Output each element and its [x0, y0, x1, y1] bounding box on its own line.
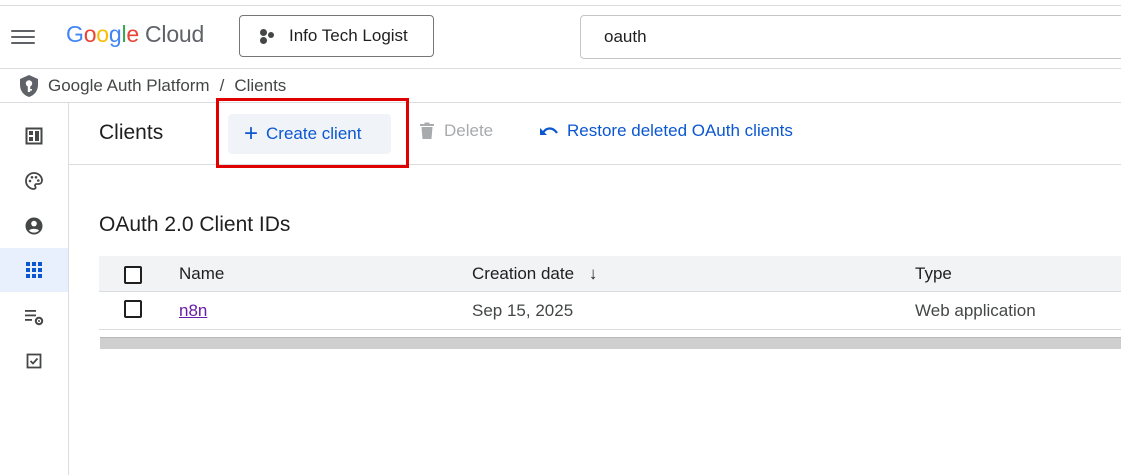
dashboard-icon [25, 127, 43, 145]
client-creation-date: Sep 15, 2025 [472, 301, 574, 320]
project-picker-button[interactable]: Info Tech Logist [239, 15, 434, 57]
horizontal-scrollbar[interactable] [100, 337, 1121, 349]
restore-label: Restore deleted OAuth clients [567, 121, 793, 140]
apps-grid-icon [26, 262, 42, 278]
rail-item-branding[interactable] [0, 159, 68, 203]
project-name: Info Tech Logist [289, 26, 408, 45]
rail-item-data-access[interactable] [0, 294, 68, 338]
client-name-link[interactable]: n8n [179, 301, 207, 321]
trash-icon [420, 122, 434, 139]
delete-label: Delete [444, 121, 494, 140]
clients-table: Name Creation date ↓ Type n8n Sep 15, 20… [99, 256, 1121, 330]
breadcrumb-current: Clients [234, 75, 287, 95]
project-dots-icon [259, 28, 275, 44]
rail-item-verification[interactable] [0, 339, 68, 383]
list-settings-icon [25, 310, 44, 326]
account-circle-icon [25, 217, 43, 235]
left-nav-rail [0, 103, 69, 475]
column-header-name[interactable]: Name [179, 264, 224, 284]
rail-item-overview[interactable] [0, 114, 68, 158]
table-row: n8n Sep 15, 2025 Web application [99, 292, 1121, 330]
row-checkbox[interactable] [124, 300, 142, 318]
shield-key-icon [20, 74, 38, 97]
column-header-creation-date[interactable]: Creation date ↓ [472, 264, 597, 284]
rail-item-audience[interactable] [0, 204, 68, 248]
client-type: Web application [915, 301, 1036, 320]
column-header-type[interactable]: Type [915, 264, 952, 284]
select-all-checkbox[interactable] [124, 266, 142, 284]
google-cloud-logo[interactable]: Google Cloud [66, 21, 204, 48]
search-input[interactable]: oauth [580, 15, 1121, 59]
annotation-highlight-box [216, 98, 409, 168]
table-header: Name Creation date ↓ Type [99, 256, 1121, 292]
page-title: Clients [99, 121, 164, 144]
palette-icon [25, 172, 43, 190]
breadcrumb-parent[interactable]: Google Auth Platform [48, 76, 210, 96]
restore-deleted-clients-button[interactable]: Restore deleted OAuth clients [539, 121, 793, 141]
breadcrumb: Google Auth Platform / Clients [0, 69, 1121, 103]
sort-descending-icon: ↓ [588, 264, 598, 283]
rail-item-clients[interactable] [0, 248, 68, 292]
top-app-bar: Google Cloud Info Tech Logist oauth [0, 6, 1121, 69]
checkbox-icon [26, 353, 42, 369]
undo-icon [540, 127, 558, 135]
delete-button[interactable]: Delete [419, 121, 493, 141]
breadcrumb-separator: / [219, 75, 225, 95]
section-title: OAuth 2.0 Client IDs [99, 213, 291, 236]
main-menu-icon[interactable] [10, 26, 36, 50]
